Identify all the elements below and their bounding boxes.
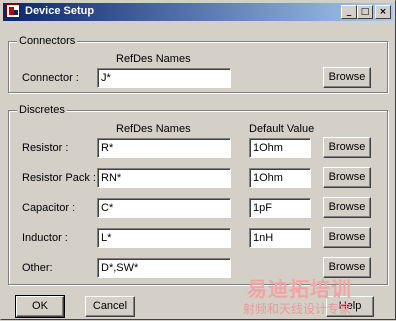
discretes-group-title: Discretes	[17, 104, 67, 116]
resistor-pack-refdes-input[interactable]: RN*	[97, 168, 231, 188]
title-bar[interactable]: Device Setup _ □ ×	[3, 3, 393, 21]
resistor-pack-label: Resistor Pack :	[22, 172, 96, 184]
minimize-button[interactable]: _	[341, 5, 357, 19]
maximize-button[interactable]: □	[357, 5, 373, 19]
ok-button[interactable]: OK	[15, 295, 65, 318]
watermark-subtitle: 射频和天线设计专家	[243, 302, 352, 316]
discretes-default-header: Default Value	[249, 123, 315, 135]
connector-label: Connector :	[22, 72, 79, 84]
resistor-pack-browse-button[interactable]: Browse	[323, 167, 371, 188]
discretes-refdes-header: RefDes Names	[116, 123, 191, 135]
resistor-browse-button[interactable]: Browse	[323, 137, 371, 158]
other-refdes-input[interactable]: D*,SW*	[97, 258, 231, 278]
connectors-group-title: Connectors	[17, 35, 78, 47]
inductor-default-input[interactable]: 1nH	[249, 228, 311, 248]
app-icon[interactable]	[6, 4, 20, 18]
resistor-refdes-input[interactable]: R*	[97, 138, 231, 158]
connectors-refdes-header: RefDes Names	[116, 53, 191, 65]
inductor-browse-button[interactable]: Browse	[323, 227, 371, 248]
watermark-title: 易迪拓培训	[247, 277, 352, 301]
capacitor-default-input[interactable]: 1pF	[249, 198, 311, 218]
connector-refdes-input[interactable]: J*	[97, 68, 231, 88]
inductor-label: Inductor :	[22, 232, 68, 244]
inductor-refdes-input[interactable]: L*	[97, 228, 231, 248]
capacitor-label: Capacitor :	[22, 202, 76, 214]
resistor-label: Resistor :	[22, 142, 69, 154]
capacitor-refdes-input[interactable]: C*	[97, 198, 231, 218]
resistor-default-input[interactable]: 1Ohm	[249, 138, 311, 158]
capacitor-browse-button[interactable]: Browse	[323, 197, 371, 218]
cancel-button[interactable]: Cancel	[85, 296, 135, 317]
connector-browse-button[interactable]: Browse	[323, 67, 371, 88]
device-setup-dialog: Device Setup _ □ × Connectors RefDes Nam…	[0, 0, 396, 320]
resistor-pack-default-input[interactable]: 1Ohm	[249, 168, 311, 188]
watermark: 易迪拓培训 射频和天线设计专家	[241, 273, 396, 321]
close-button[interactable]: ×	[375, 5, 391, 19]
window-title: Device Setup	[25, 5, 95, 17]
other-label: Other:	[22, 262, 53, 274]
